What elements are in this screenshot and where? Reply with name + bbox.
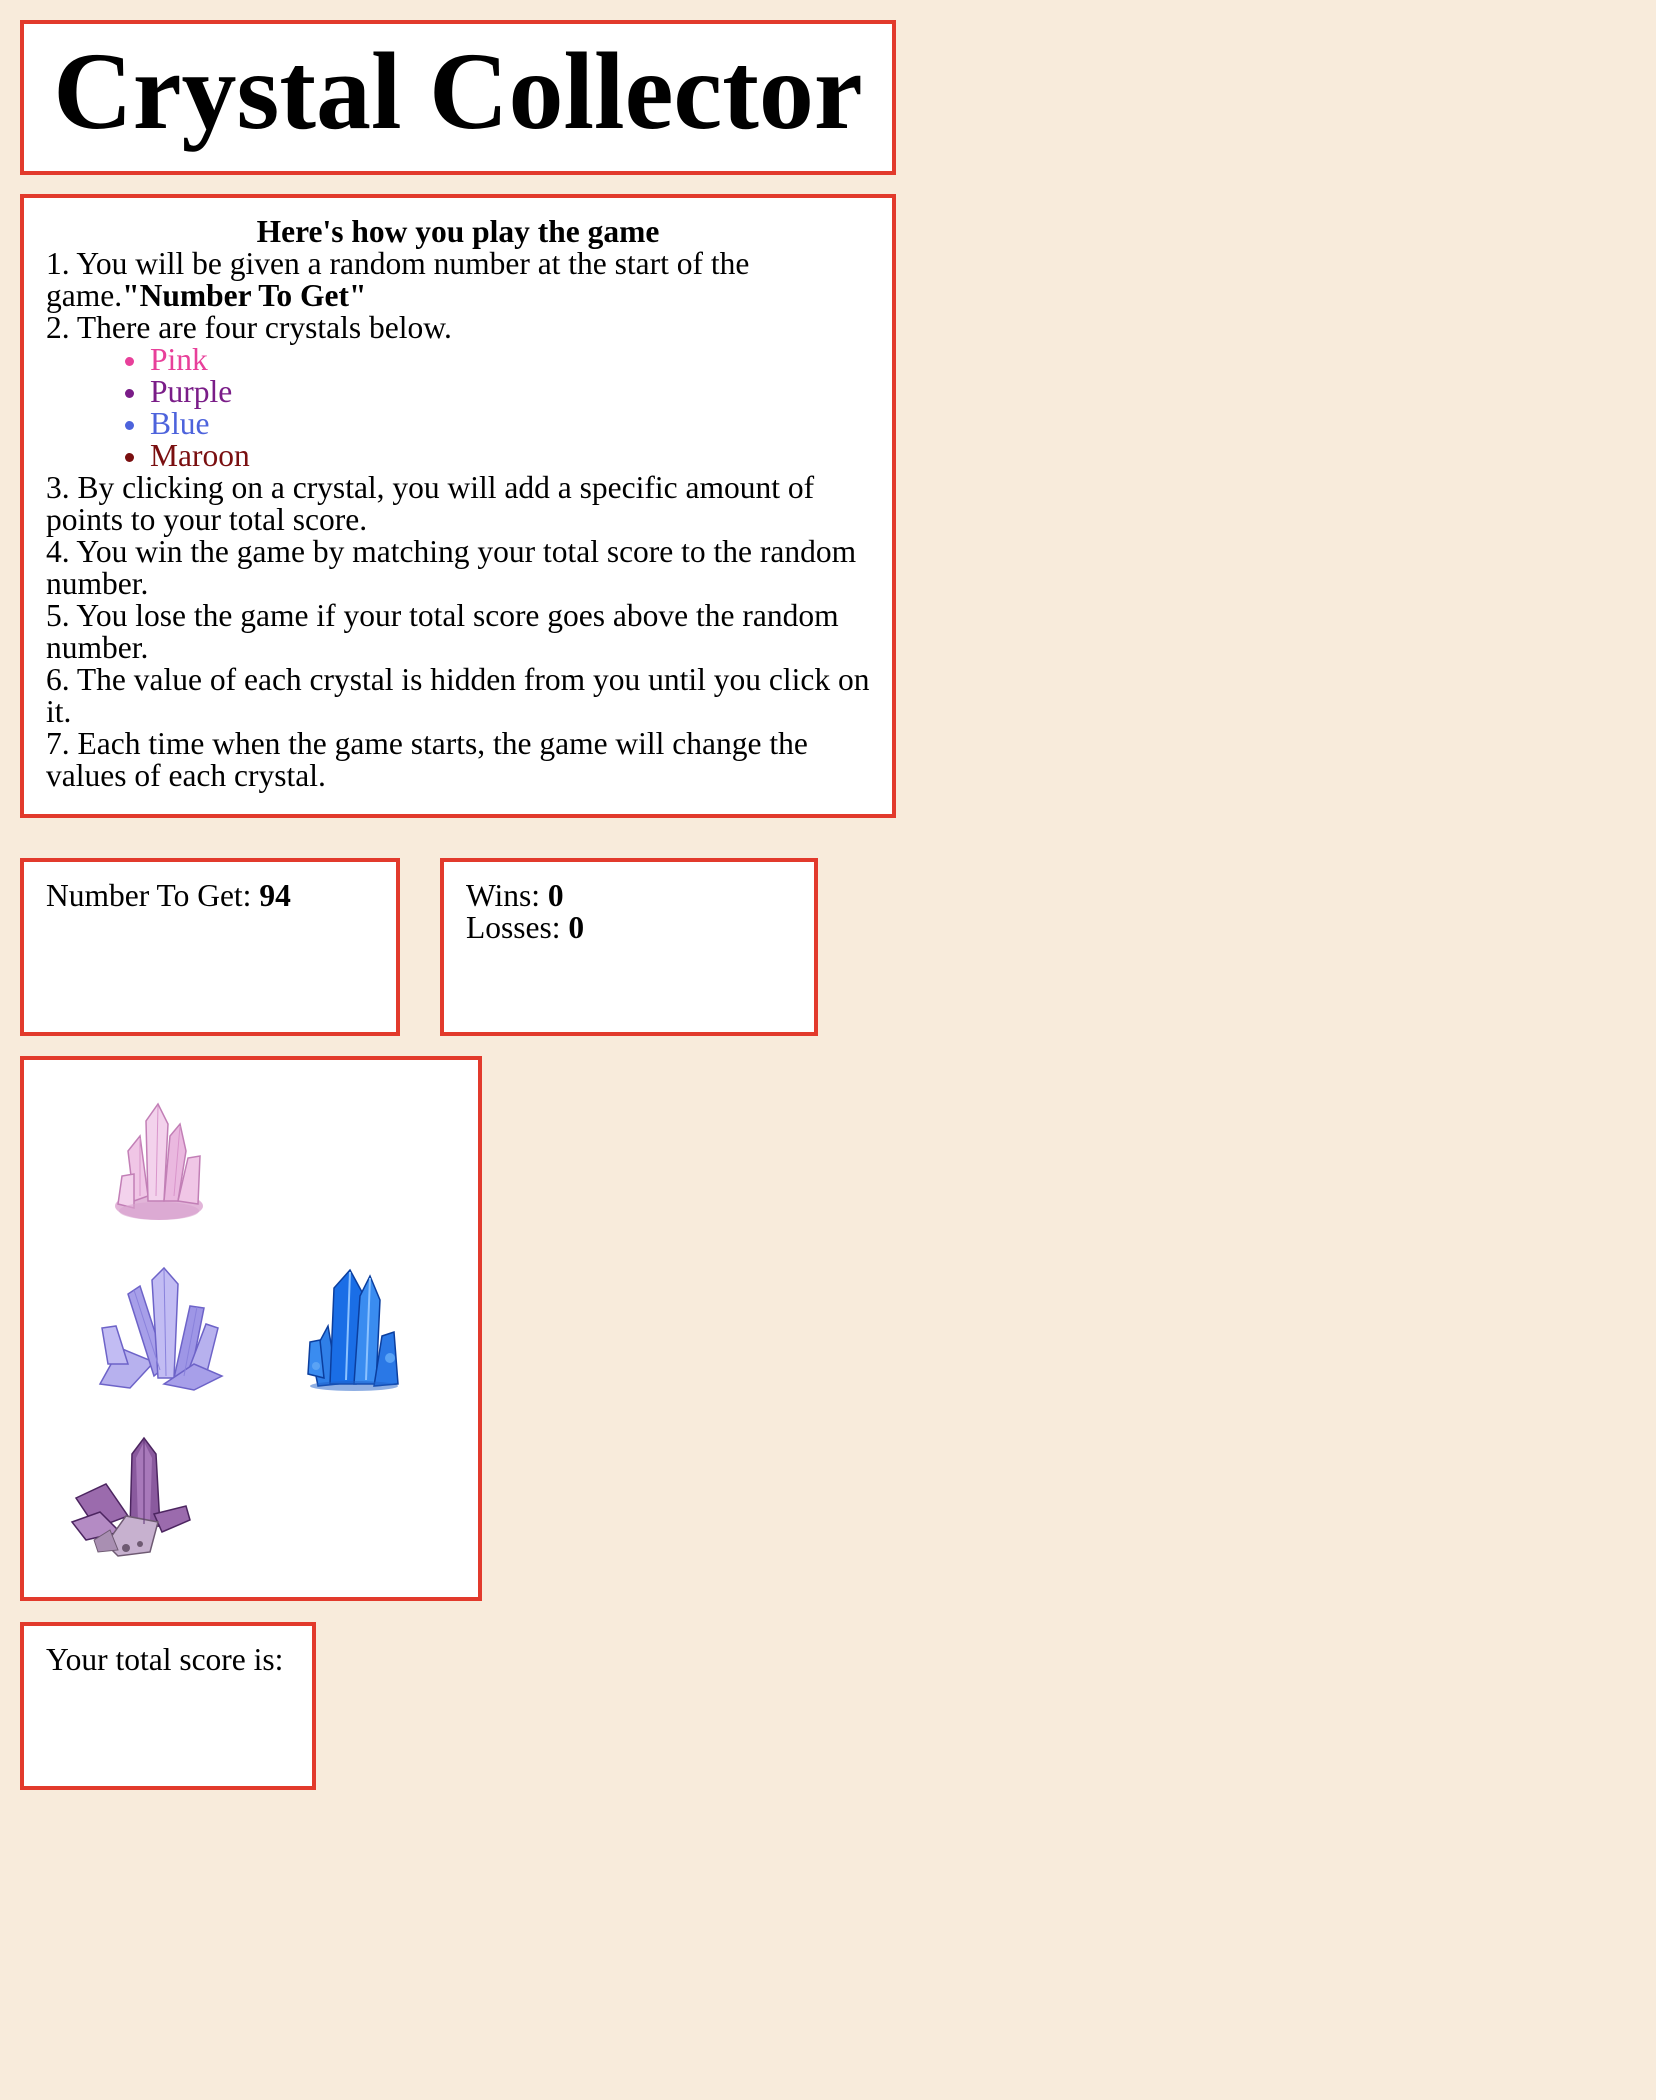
target-number-panel: Number To Get: 94 <box>20 858 400 1036</box>
rule-5: 5. You lose the game if your total score… <box>46 598 839 665</box>
total-score-label: Your total score is: <box>46 1642 284 1677</box>
rule-7: 7. Each time when the game starts, the g… <box>46 726 808 793</box>
crystal-color-list: Pink Purple Blue Maroon <box>46 344 870 472</box>
losses-label: Losses: <box>466 910 569 945</box>
pink-crystal-icon[interactable] <box>104 1096 214 1226</box>
score-panel: Your total score is: <box>20 1622 316 1790</box>
amethyst-crystal-icon[interactable] <box>66 1436 196 1561</box>
lavender-crystal-icon[interactable] <box>94 1266 224 1391</box>
target-number-value: 94 <box>259 878 291 913</box>
page-title: Crystal Collector <box>53 30 863 152</box>
crystal-color-item-pink: Pink <box>150 344 870 376</box>
rules-panel: Here's how you play the game 1. You will… <box>20 194 896 818</box>
rule-6: 6. The value of each crystal is hidden f… <box>46 662 870 729</box>
rule-2: 2. There are four crystals below. <box>46 310 452 345</box>
rule-1-emphasis: "Number To Get" <box>122 278 367 313</box>
target-number-label: Number To Get: <box>46 878 260 913</box>
title-panel: Crystal Collector <box>20 20 896 175</box>
crystal-color-item-blue: Blue <box>150 408 870 440</box>
stats-panel: Wins: 0 Losses: 0 <box>440 858 818 1036</box>
losses-value: 0 <box>568 910 585 945</box>
rule-3: 3. By clicking on a crystal, you will ad… <box>46 470 815 537</box>
rules-heading: Here's how you play the game <box>256 214 660 249</box>
rule-1: 1. You will be given a random number at … <box>46 248 870 312</box>
crystals-panel <box>20 1056 482 1601</box>
wins-value: 0 <box>547 878 564 913</box>
crystal-color-item-purple: Purple <box>150 376 870 408</box>
losses-line: Losses: 0 <box>466 912 792 944</box>
blue-crystal-icon[interactable] <box>304 1266 404 1391</box>
wins-line: Wins: 0 <box>466 880 792 912</box>
wins-label: Wins: <box>466 878 548 913</box>
rule-4: 4. You win the game by matching your tot… <box>46 534 857 601</box>
crystal-color-item-maroon: Maroon <box>150 440 870 472</box>
